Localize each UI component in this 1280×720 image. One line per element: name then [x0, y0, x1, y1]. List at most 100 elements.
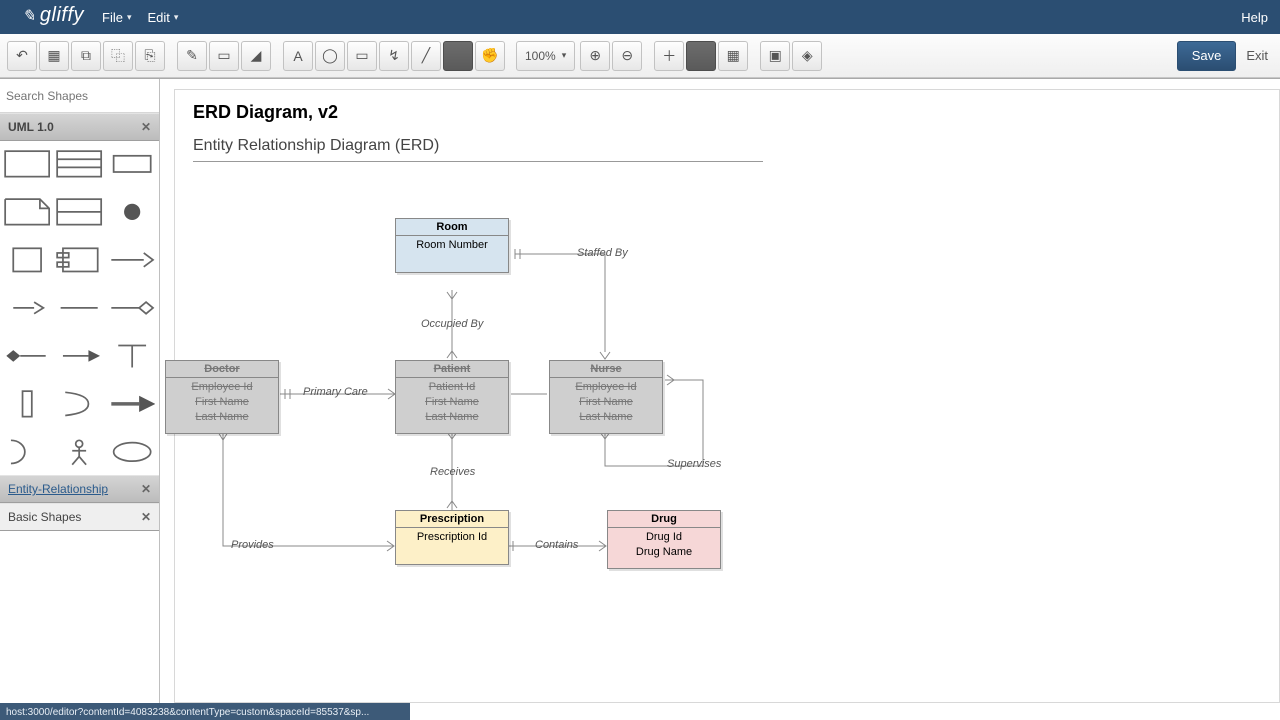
rect-tool-button[interactable]: ▭	[347, 41, 377, 71]
entity-prescription[interactable]: Prescription Prescription Id	[395, 510, 509, 565]
hand-tool-button[interactable]: ✊	[475, 41, 505, 71]
shape-line[interactable]	[56, 293, 102, 323]
toolbar: ↶ ▦ ⧉ ⿻ ⎘ ✎ ▭ ◢ A ◯ ▭ ↯ ╱ ✊ 100%▾ ⊕ ⊖ ＋ …	[0, 34, 1280, 79]
menu-edit[interactable]: Edit▾	[140, 0, 187, 34]
rel-contains: Contains	[535, 539, 578, 551]
rel-primary-care: Primary Care	[303, 386, 368, 398]
shape-solid-arrow[interactable]	[109, 389, 155, 419]
shape-actor[interactable]	[56, 437, 102, 467]
canvas[interactable]: ERD Diagram, v2 Entity Relationship Diag…	[160, 79, 1280, 703]
layers2-button[interactable]: ◈	[792, 41, 822, 71]
rel-supervises: Supervises	[667, 458, 721, 470]
panel-uml-header[interactable]: UML 1.0✕	[0, 113, 159, 141]
connectors	[175, 150, 1279, 690]
doc-title: ERD Diagram, v2	[193, 102, 1261, 123]
entity-attr: Patient Id	[402, 380, 502, 395]
entity-attr: Drug Name	[614, 545, 714, 560]
text-tool-button[interactable]: A	[283, 41, 313, 71]
shape-dot[interactable]	[109, 197, 155, 227]
entity-attr: Last Name	[556, 410, 656, 425]
entity-attr: Last Name	[172, 410, 272, 425]
menubar: ✎gliffy File▾ Edit▾ Help	[0, 0, 1280, 34]
entity-attr: Last Name	[402, 410, 502, 425]
entity-name: Drug	[608, 511, 720, 528]
uml-shape-grid	[0, 141, 159, 475]
shape-short-arrow[interactable]	[4, 293, 50, 323]
entity-name: Nurse	[550, 361, 662, 378]
shape-class[interactable]	[56, 149, 102, 179]
layers-button[interactable]: ▣	[760, 41, 790, 71]
app-logo: ✎gliffy	[0, 4, 94, 31]
connector-tool-button[interactable]: ↯	[379, 41, 409, 71]
close-icon[interactable]: ✕	[141, 482, 151, 496]
search-input[interactable]	[6, 89, 161, 103]
shape-diamond-start[interactable]	[4, 341, 50, 371]
circle-tool-button[interactable]: ◯	[315, 41, 345, 71]
document: ERD Diagram, v2 Entity Relationship Diag…	[174, 89, 1280, 703]
entity-drug[interactable]: Drug Drug Id Drug Name	[607, 510, 721, 569]
shape-rect[interactable]	[4, 149, 50, 179]
entity-attr: First Name	[556, 395, 656, 410]
add-page-button[interactable]: ＋	[654, 41, 684, 71]
eraser-button[interactable]: ◢	[241, 41, 271, 71]
shape-box[interactable]	[109, 149, 155, 179]
grid-button[interactable]: ▦	[718, 41, 748, 71]
entity-attr: Employee Id	[172, 380, 272, 395]
shape-curve[interactable]	[56, 389, 102, 419]
close-icon[interactable]: ✕	[141, 510, 151, 524]
pointer-tool-button[interactable]	[443, 41, 473, 71]
panel-basic-header[interactable]: Basic Shapes✕	[0, 503, 159, 531]
note-button[interactable]: ▭	[209, 41, 239, 71]
entity-attr: Employee Id	[556, 380, 656, 395]
zoom-level[interactable]: 100%▾	[516, 41, 575, 71]
entity-attr: Room Number	[402, 238, 502, 253]
exit-link[interactable]: Exit	[1246, 48, 1268, 63]
rel-receives: Receives	[430, 466, 475, 478]
shape-diamond-end[interactable]	[109, 293, 155, 323]
sidebar: 🔍 UML 1.0✕	[0, 79, 160, 703]
entity-room[interactable]: Room Room Number	[395, 218, 509, 273]
entity-attr: First Name	[402, 395, 502, 410]
rel-occupied-by: Occupied By	[421, 318, 483, 330]
shape-small-arrow[interactable]	[56, 341, 102, 371]
shape-note[interactable]	[4, 197, 50, 227]
rel-staffed-by: Staffed By	[577, 247, 628, 259]
entity-name: Doctor	[166, 361, 278, 378]
menu-help[interactable]: Help	[1233, 0, 1280, 34]
snap-button[interactable]: ▦	[39, 41, 69, 71]
zoom-in-button[interactable]: ⊕	[580, 41, 610, 71]
paste-button[interactable]: ⎘	[135, 41, 165, 71]
group-button[interactable]: ⧉	[71, 41, 101, 71]
zoom-out-button[interactable]: ⊖	[612, 41, 642, 71]
shape-t[interactable]	[109, 341, 155, 371]
copy-button[interactable]: ⿻	[103, 41, 133, 71]
entity-attr: Prescription Id	[402, 530, 502, 545]
save-button[interactable]: Save	[1177, 41, 1237, 71]
shape-halfcircle[interactable]	[4, 437, 50, 467]
erd-diagram: Room Room Number Doctor Employee Id Firs…	[175, 150, 1279, 690]
entity-name: Patient	[396, 361, 508, 378]
shape-ellipse[interactable]	[109, 437, 155, 467]
status-bar: host:3000/editor?contentId=4083238&conte…	[0, 703, 410, 720]
entity-patient[interactable]: Patient Patient Id First Name Last Name	[395, 360, 509, 434]
search-row: 🔍	[0, 79, 159, 113]
entity-attr: First Name	[172, 395, 272, 410]
shape-table[interactable]	[56, 197, 102, 227]
shape-square[interactable]	[4, 245, 50, 275]
line-tool-button[interactable]: ╱	[411, 41, 441, 71]
fill-color-button[interactable]	[686, 41, 716, 71]
panel-er-header[interactable]: Entity-Relationship✕	[0, 475, 159, 503]
entity-name: Prescription	[396, 511, 508, 528]
shape-component[interactable]	[56, 245, 102, 275]
shape-open-arrow[interactable]	[109, 245, 155, 275]
undo-button[interactable]: ↶	[7, 41, 37, 71]
entity-attr: Drug Id	[614, 530, 714, 545]
rel-provides: Provides	[231, 539, 274, 551]
close-icon[interactable]: ✕	[141, 120, 151, 134]
shape-bar[interactable]	[4, 389, 50, 419]
entity-doctor[interactable]: Doctor Employee Id First Name Last Name	[165, 360, 279, 434]
entity-nurse[interactable]: Nurse Employee Id First Name Last Name	[549, 360, 663, 434]
entity-name: Room	[396, 219, 508, 236]
brush-button[interactable]: ✎	[177, 41, 207, 71]
menu-file[interactable]: File▾	[94, 0, 139, 34]
